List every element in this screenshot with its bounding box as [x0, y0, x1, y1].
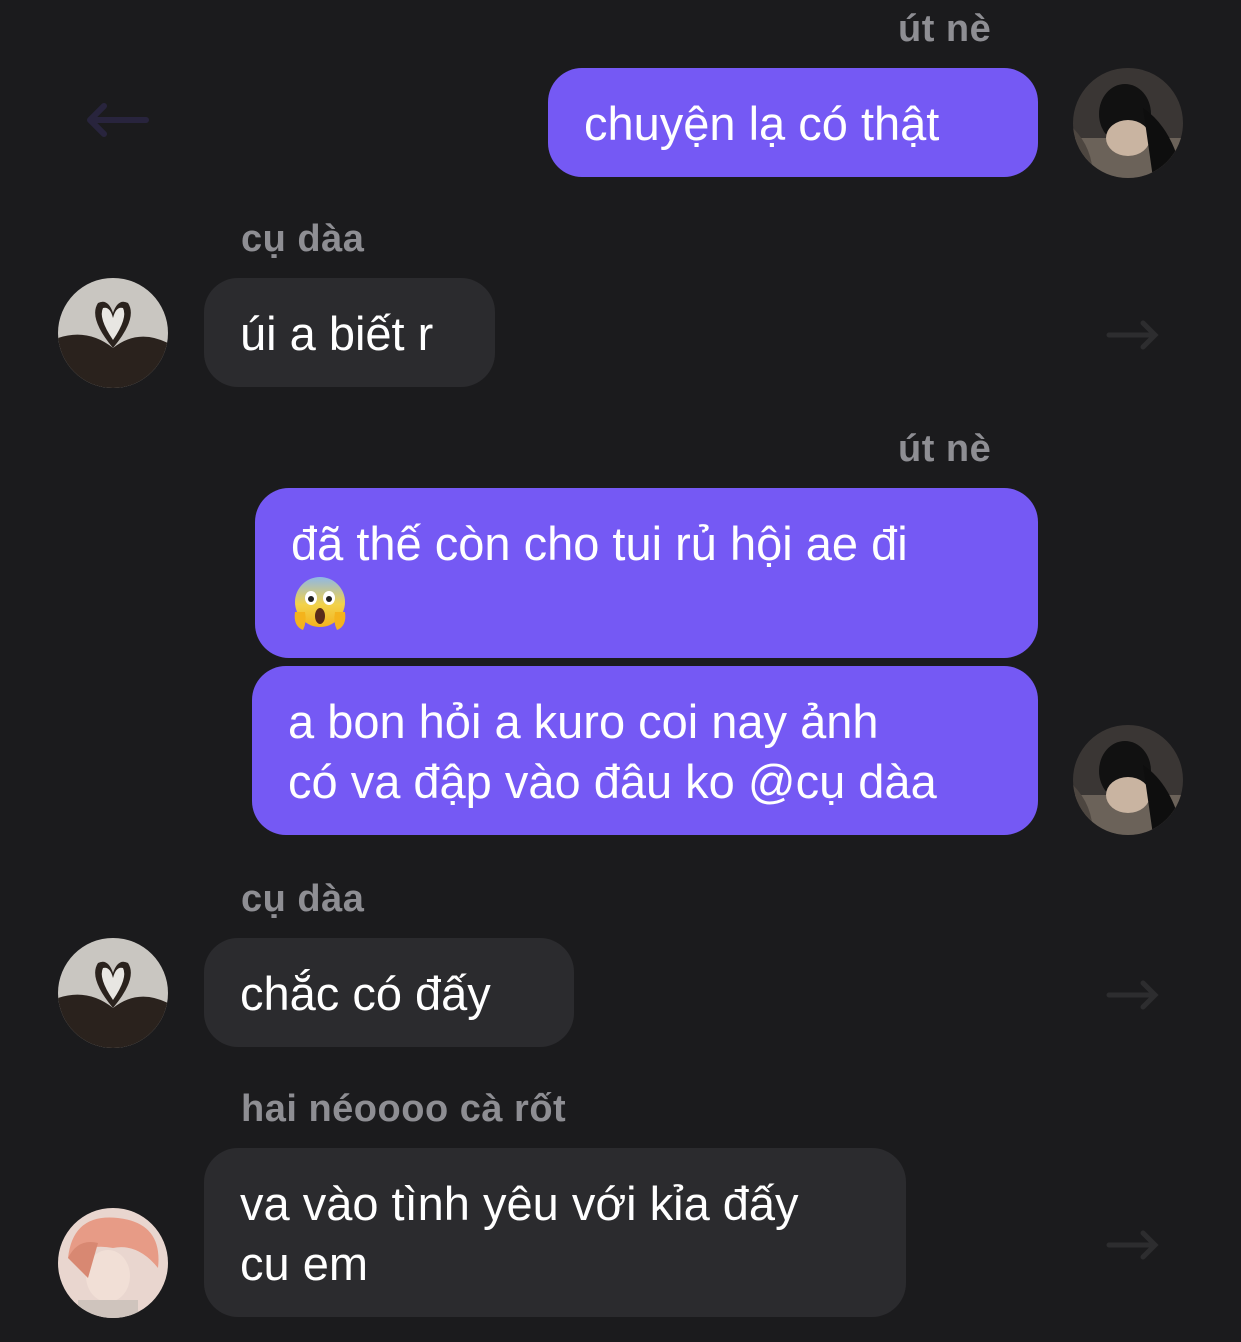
message-text: đã thế còn cho tui rủ hội ae đi: [291, 517, 908, 570]
avatar[interactable]: [58, 1208, 168, 1318]
face-screaming-in-fear-icon: [291, 574, 349, 646]
message-bubble[interactable]: chuyện lạ có thật: [548, 68, 1038, 177]
message-text: có va đập vào đâu ko @cụ dàa: [288, 755, 937, 808]
message-text: úi a biết r: [240, 307, 434, 360]
message-bubble[interactable]: chắc có đấy: [204, 938, 574, 1047]
sender-name: út nè: [898, 8, 992, 50]
reply-arrow-icon[interactable]: [1105, 315, 1165, 355]
message-bubble[interactable]: úi a biết r: [204, 278, 495, 387]
message-bubble[interactable]: a bon hỏi a kuro coi nay ảnh có va đập v…: [252, 666, 1038, 835]
avatar[interactable]: [1073, 725, 1183, 835]
message-bubble[interactable]: va vào tình yêu với kỉa đấy cu em: [204, 1148, 906, 1317]
message-text: va vào tình yêu với kỉa đấy: [240, 1177, 799, 1230]
sender-name: cụ dàa: [241, 218, 365, 260]
message-text: chuyện lạ có thật: [584, 97, 940, 150]
arrow-left-icon[interactable]: [80, 100, 150, 140]
message-text: a bon hỏi a kuro coi nay ảnh: [288, 695, 879, 748]
avatar[interactable]: [1073, 68, 1183, 178]
reply-arrow-icon[interactable]: [1105, 975, 1165, 1015]
reply-arrow-icon[interactable]: [1105, 1225, 1165, 1265]
chat-thread: út nè chuyện lạ có thật cụ dàa úi a biết…: [0, 0, 1241, 1342]
sender-name: hai néoooo cà rốt: [241, 1088, 567, 1130]
avatar[interactable]: [58, 938, 168, 1048]
sender-name: cụ dàa: [241, 878, 365, 920]
message-text: chắc có đấy: [240, 967, 491, 1020]
avatar[interactable]: [58, 278, 168, 388]
message-text: cu em: [240, 1237, 368, 1290]
sender-name: út nè: [898, 428, 992, 470]
message-bubble[interactable]: đã thế còn cho tui rủ hội ae đi: [255, 488, 1038, 658]
